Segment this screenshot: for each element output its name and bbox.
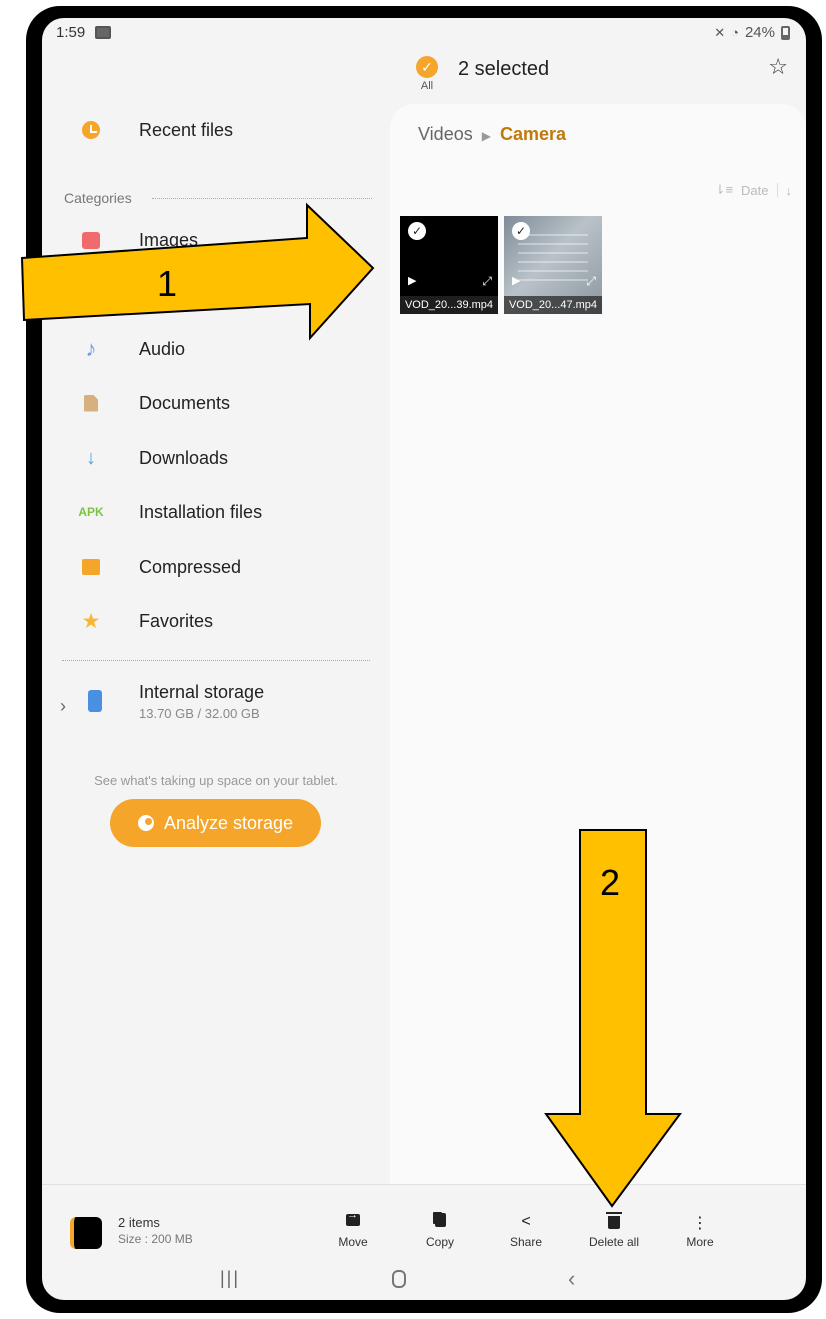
image-icon [82, 231, 100, 249]
copy-icon [434, 1213, 446, 1227]
checkmark-icon: ✓ [416, 56, 438, 78]
sidebar-item-documents[interactable]: Documents [42, 381, 390, 425]
selection-action-bar: 2 items Size : 200 MB Move Copy < Share … [42, 1184, 806, 1264]
share-button[interactable]: < Share [491, 1213, 561, 1249]
favorite-star-icon[interactable]: ☆ [768, 54, 788, 80]
status-time: 1:59 [56, 24, 86, 41]
breadcrumb-current: Camera [499, 124, 567, 144]
sidebar-item-images[interactable]: Images [42, 218, 390, 262]
copy-button[interactable]: Copy [405, 1213, 475, 1249]
sort-divider [776, 183, 778, 197]
navigation-bar: ||| ‹ [42, 1264, 806, 1300]
more-button[interactable]: ⋮ More [665, 1213, 735, 1249]
file-name: VOD_20...47.mp4 [504, 296, 602, 314]
selection-size: Size : 200 MB [118, 1232, 193, 1246]
breadcrumb: Videos ▶ Camera [418, 124, 566, 145]
status-bar: 1:59 ✕ ◔ 24% [42, 18, 806, 48]
select-all-checkbox[interactable]: ✓ All [412, 56, 442, 92]
sort-label: Date [741, 182, 769, 198]
copy-label: Copy [425, 1235, 454, 1249]
sidebar-item-label: Compressed [139, 556, 242, 577]
annotation-label-1: 1 [157, 263, 178, 304]
zip-icon [82, 559, 100, 575]
file-thumbnail[interactable]: ✓ ▶ ⤢ VOD_20...39.mp4 [400, 216, 498, 314]
sidebar-item-label: Documents [139, 392, 231, 413]
play-icon: ▶ [512, 275, 521, 287]
file-name: VOD_20...39.mp4 [400, 296, 498, 314]
back-icon[interactable]: ‹ [568, 1266, 575, 1292]
play-icon: ▶ [408, 275, 417, 287]
annotation-label-2: 2 [600, 862, 621, 903]
selection-item-count: 2 items [118, 1215, 160, 1230]
internal-storage-title[interactable]: Internal storage [139, 682, 264, 703]
sidebar-item-label: Audio [139, 338, 186, 359]
music-note-icon: ♪ [85, 336, 97, 361]
analyze-icon [137, 815, 154, 831]
share-icon: < [521, 1213, 531, 1230]
sort-bar[interactable]: ⇂≡ Date ↓ [715, 182, 792, 198]
analyze-storage-label: Analyze storage [163, 812, 294, 833]
sort-icon: ⇂≡ [714, 182, 734, 197]
file-thumbnail[interactable]: ✓ ▶ ⤢ VOD_20...47.mp4 [504, 216, 602, 314]
battery-icon [781, 25, 790, 40]
breadcrumb-parent[interactable]: Videos [418, 124, 473, 144]
sidebar-item-audio[interactable]: ♪ Audio [42, 327, 390, 371]
sidebar-item-favorites[interactable]: ★ Favorites [42, 599, 390, 643]
star-icon: ★ [81, 609, 101, 633]
delete-all-button[interactable]: Delete all [579, 1212, 649, 1249]
analyze-storage-button[interactable]: Analyze storage [110, 799, 321, 847]
selection-preview-icon [70, 1217, 102, 1249]
categories-divider [152, 198, 372, 199]
document-icon [84, 394, 98, 412]
clock-icon [82, 121, 100, 139]
sidebar-item-label: Downloads [139, 447, 229, 468]
selected-count: 2 selected [458, 58, 550, 80]
device-screen: 1:59 ✕ ◔ 24% ✓ All 2 selected ☆ Recent f… [42, 18, 806, 1300]
categories-heading: Categories [64, 190, 132, 206]
sidebar-item-downloads[interactable]: ↓ Downloads [42, 436, 390, 480]
selected-check-icon[interactable]: ✓ [512, 222, 530, 240]
recents-icon[interactable]: ||| [220, 1268, 240, 1289]
battery-percent: 24% [744, 24, 775, 41]
mute-icon: ✕ [714, 24, 726, 40]
selection-header: ✓ All 2 selected ☆ [392, 52, 806, 112]
status-indicators: ✕ ◔ 24% [714, 24, 790, 41]
sidebar-item-label: Installation files [139, 501, 263, 522]
gallery-notification-icon [95, 26, 111, 39]
internal-storage-size: 13.70 GB / 32.00 GB [139, 706, 260, 721]
sidebar-item-installation-files[interactable]: APK Installation files [42, 490, 390, 534]
move-icon [346, 1209, 360, 1226]
sidebar-item-label: Favorites [139, 610, 214, 631]
move-button[interactable]: Move [318, 1209, 388, 1249]
breadcrumb-arrow-icon: ▶ [481, 129, 491, 143]
expand-icon[interactable]: ⤢ [482, 274, 492, 289]
chevron-right-icon[interactable]: › [60, 696, 66, 717]
select-all-label: All [420, 80, 434, 92]
sidebar-item-compressed[interactable]: Compressed [42, 545, 390, 589]
sidebar-item-label: Recent files [139, 119, 234, 140]
sort-direction-icon[interactable]: ↓ [786, 183, 793, 198]
apk-icon: APK [78, 505, 104, 519]
sidebar-item-label: Images [139, 229, 199, 250]
selected-check-icon[interactable]: ✓ [408, 222, 426, 240]
share-label: Share [509, 1235, 543, 1249]
delete-all-label: Delete all [588, 1235, 640, 1249]
more-vertical-icon: ⋮ [692, 1215, 708, 1232]
sidebar-divider [62, 660, 370, 661]
expand-icon[interactable]: ⤢ [586, 274, 596, 289]
trash-icon [606, 1212, 622, 1229]
sidebar-item-recent-files[interactable]: Recent files [42, 108, 390, 152]
sidebar: Recent files Categories Images ♪ Audio D… [42, 100, 390, 1180]
more-label: More [686, 1235, 714, 1249]
file-content-panel: Videos ▶ Camera ⇂≡ Date ↓ ✓ ▶ ⤢ VOD_20..… [390, 104, 806, 1184]
download-icon: ↓ [86, 446, 96, 469]
home-icon[interactable] [392, 1270, 406, 1288]
analyze-hint: See what's taking up space on your table… [94, 773, 338, 788]
wifi-icon: ◔ [731, 25, 739, 40]
move-label: Move [338, 1235, 368, 1249]
tablet-storage-icon [88, 690, 102, 712]
